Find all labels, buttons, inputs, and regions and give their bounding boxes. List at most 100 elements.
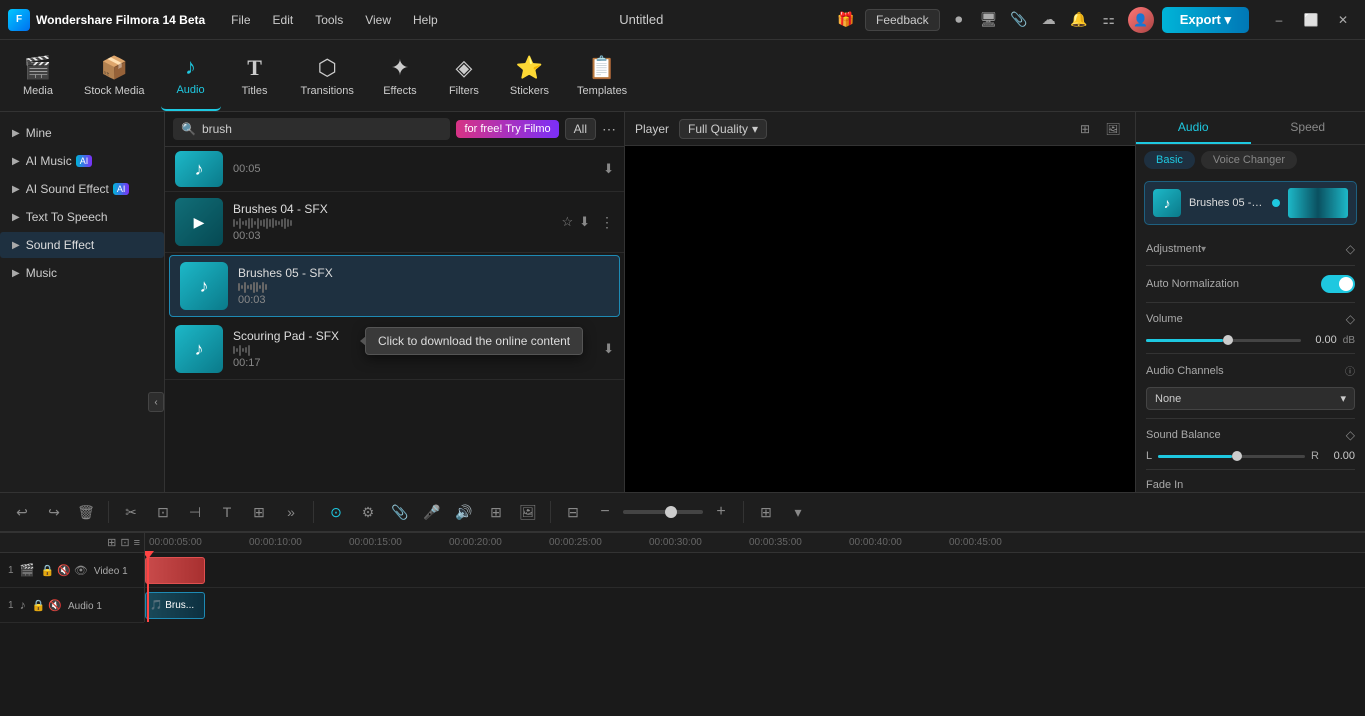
- avatar[interactable]: 👤: [1128, 7, 1154, 33]
- audio-clip[interactable]: 🎵 Brus...: [145, 592, 205, 619]
- toolbar-media[interactable]: 🎬 Media: [8, 40, 68, 111]
- toolbar-filters[interactable]: ◈ Filters: [434, 40, 494, 111]
- text-button[interactable]: T: [213, 498, 241, 526]
- more-icon-brushes04[interactable]: ⋮: [600, 214, 614, 231]
- maximize-button[interactable]: ⬜: [1297, 9, 1325, 31]
- volume-handle[interactable]: [1223, 335, 1233, 345]
- apps-icon[interactable]: ⚏: [1098, 9, 1120, 31]
- toolbar-templates[interactable]: 📋 Templates: [565, 40, 639, 111]
- sidebar-item-music[interactable]: ▶ Music: [0, 260, 164, 286]
- minimize-button[interactable]: –: [1265, 9, 1293, 31]
- adjustment-keyframe-icon[interactable]: ◇: [1346, 242, 1355, 256]
- toolbar-effects[interactable]: ✦ Effects: [370, 40, 430, 111]
- download-icon-0[interactable]: ⬇: [603, 161, 614, 177]
- video-clip[interactable]: [145, 557, 205, 584]
- volume-slider[interactable]: [1146, 339, 1301, 342]
- menu-edit[interactable]: Edit: [263, 9, 304, 31]
- redo-button[interactable]: ↪: [40, 498, 68, 526]
- playhead[interactable]: [147, 553, 149, 622]
- zoom-out-icon[interactable]: −: [591, 498, 619, 526]
- more-tools-icon[interactable]: »: [277, 498, 305, 526]
- menu-tools[interactable]: Tools: [305, 9, 353, 31]
- video-track-lock-icon[interactable]: 🔒: [41, 564, 55, 577]
- download-icon-brushes04[interactable]: ⬇: [579, 214, 590, 230]
- clip-button[interactable]: 📎: [386, 498, 414, 526]
- toolbar-stock-media[interactable]: 📦 Stock Media: [72, 40, 157, 111]
- voice-button[interactable]: 🔊: [450, 498, 478, 526]
- crop-button[interactable]: ⊡: [149, 498, 177, 526]
- record-icon[interactable]: ⏺: [948, 9, 970, 31]
- close-button[interactable]: ✕: [1329, 9, 1357, 31]
- feedback-button[interactable]: Feedback: [865, 9, 940, 31]
- audio-track-lock-icon[interactable]: 🔒: [32, 599, 46, 612]
- cut-button[interactable]: ✂: [117, 498, 145, 526]
- grid-view-icon[interactable]: ⊞: [1073, 117, 1097, 141]
- tab-speed[interactable]: Speed: [1251, 112, 1365, 144]
- add-track-icon[interactable]: ⊞: [107, 536, 116, 549]
- color-button[interactable]: 🖼: [514, 498, 542, 526]
- audio-channels-select[interactable]: None ▾: [1146, 387, 1355, 410]
- screen-button[interactable]: ⊞: [482, 498, 510, 526]
- zoom-in-icon[interactable]: +: [707, 498, 735, 526]
- subtab-basic[interactable]: Basic: [1144, 151, 1195, 169]
- export-button[interactable]: Export ▾: [1162, 7, 1249, 33]
- toolbar-transitions[interactable]: ⬡ Transitions: [289, 40, 366, 111]
- timeline-zoom-slider[interactable]: [623, 510, 703, 514]
- cloud-icon[interactable]: ☁: [1038, 9, 1060, 31]
- sidebar-item-sound-effect[interactable]: ▶ Sound Effect: [0, 232, 164, 258]
- sidebar-item-mine[interactable]: ▶ Mine: [0, 120, 164, 146]
- promo-badge[interactable]: for free! Try Filmo: [456, 120, 558, 138]
- toolbar-stickers[interactable]: ⭐ Stickers: [498, 40, 561, 111]
- adjustment-expand-icon[interactable]: ▾: [1201, 244, 1206, 255]
- volume-keyframe-icon[interactable]: ◇: [1346, 312, 1355, 326]
- snap-button[interactable]: ⊙: [322, 498, 350, 526]
- audio-item-brushes04[interactable]: ▶ Brushes 04 - SFX 00:03 ☆ ⬇ ⋮: [165, 192, 624, 253]
- notification-icon[interactable]: 🔔: [1068, 9, 1090, 31]
- video-track-mute-icon[interactable]: 🔇: [57, 564, 71, 577]
- star-icon-brushes04[interactable]: ☆: [561, 214, 573, 230]
- sidebar-item-ai-sound-effect[interactable]: ▶ AI Sound Effect AI: [0, 176, 164, 202]
- balance-handle[interactable]: [1232, 451, 1242, 461]
- audio-item-brushes05[interactable]: ♪ Brushes 05 - SFX 00:03: [169, 255, 620, 317]
- subtab-voice-changer[interactable]: Voice Changer: [1201, 151, 1297, 169]
- audio-channels-info-icon[interactable]: ⓘ: [1345, 363, 1355, 378]
- search-input[interactable]: [202, 122, 443, 136]
- sound-balance-slider[interactable]: [1158, 455, 1305, 458]
- grid-icon[interactable]: ⊞: [752, 498, 780, 526]
- sidebar-item-text-to-speech[interactable]: ▶ Text To Speech: [0, 204, 164, 230]
- transform-button[interactable]: ⊞: [245, 498, 273, 526]
- filter-button[interactable]: All: [565, 118, 596, 140]
- display-icon[interactable]: 🖥: [978, 9, 1000, 31]
- download-icon-scouringpad[interactable]: ⬇: [603, 341, 614, 357]
- split-button[interactable]: ⊣: [181, 498, 209, 526]
- more-icon[interactable]: ▾: [784, 498, 812, 526]
- content-panel: 🔍 for free! Try Filmo All ⋯ ♪ 00:05 ⬇: [165, 112, 625, 492]
- audio-item-0[interactable]: ♪ 00:05 ⬇: [165, 147, 624, 192]
- toolbar-titles[interactable]: T Titles: [225, 40, 285, 111]
- menu-file[interactable]: File: [221, 9, 260, 31]
- video-track-visible-icon[interactable]: 👁: [74, 564, 88, 577]
- undo-button[interactable]: ↩: [8, 498, 36, 526]
- toolbar-audio[interactable]: ♪ Audio: [161, 40, 221, 111]
- mic-button[interactable]: 🎤: [418, 498, 446, 526]
- tab-audio[interactable]: Audio: [1136, 112, 1251, 144]
- delete-button[interactable]: 🗑: [72, 498, 100, 526]
- track-options-icon[interactable]: ⊡: [120, 536, 129, 549]
- gift-icon[interactable]: 🎁: [835, 9, 857, 31]
- audio-track-mute-icon[interactable]: 🔇: [48, 599, 62, 612]
- quality-select[interactable]: Full Quality ▾: [679, 119, 767, 139]
- menu-help[interactable]: Help: [403, 9, 448, 31]
- timeline-zoom-handle[interactable]: [665, 506, 677, 518]
- timeline-area[interactable]: 00:00:05:00 00:00:10:00 00:00:15:00 00:0…: [145, 533, 1365, 622]
- settings-button[interactable]: ⚙: [354, 498, 382, 526]
- image-view-icon[interactable]: 🖼: [1101, 117, 1125, 141]
- bookmark-icon[interactable]: 📎: [1008, 9, 1030, 31]
- sidebar-collapse-button[interactable]: ‹: [148, 392, 164, 412]
- sound-balance-keyframe-icon[interactable]: ◇: [1346, 428, 1355, 442]
- sidebar-item-ai-music[interactable]: ▶ AI Music AI: [0, 148, 164, 174]
- menu-view[interactable]: View: [355, 9, 401, 31]
- track-fit-icon[interactable]: ≡: [134, 537, 140, 549]
- more-options-icon[interactable]: ⋯: [602, 121, 616, 138]
- add-track-left[interactable]: ⊟: [559, 498, 587, 526]
- auto-normalization-toggle[interactable]: [1321, 275, 1355, 293]
